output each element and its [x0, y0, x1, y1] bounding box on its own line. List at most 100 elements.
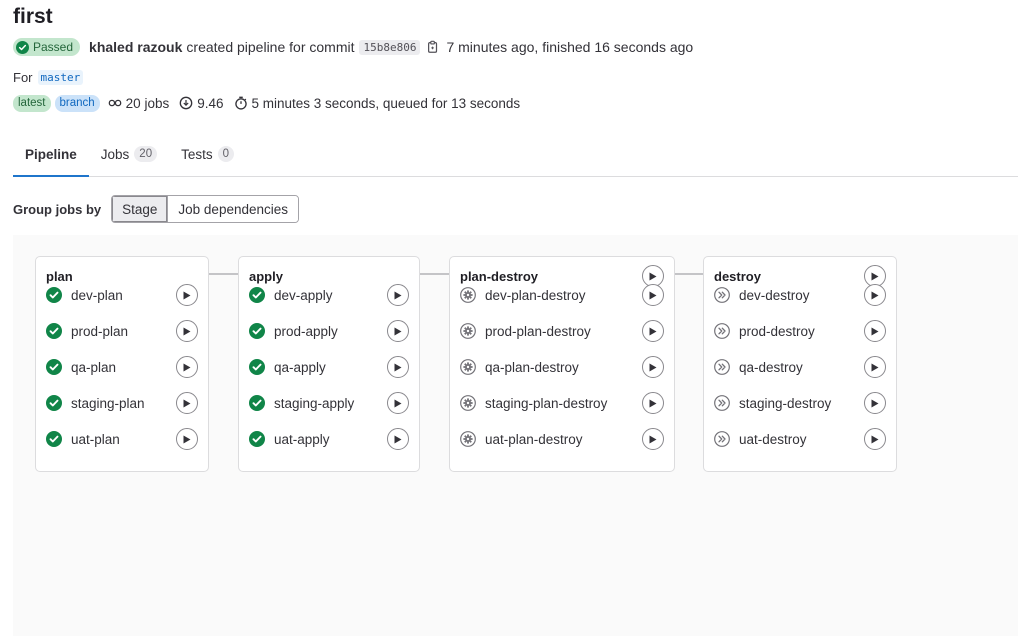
- pipeline-graph: plan dev-plan prod-plan qa-plan staging-plan…: [13, 235, 1018, 636]
- job-info: dev-plan: [46, 287, 123, 303]
- run-job-button[interactable]: [864, 428, 886, 450]
- run-job-button[interactable]: [642, 356, 664, 378]
- run-job-button[interactable]: [387, 428, 409, 450]
- job-item[interactable]: qa-plan-destroy: [460, 355, 664, 379]
- play-icon: [183, 291, 191, 299]
- status-success-icon: [46, 395, 62, 411]
- job-name[interactable]: qa-plan: [71, 360, 116, 375]
- run-job-button[interactable]: [176, 284, 198, 306]
- job-info: dev-apply: [249, 287, 333, 303]
- job-name[interactable]: dev-plan: [71, 288, 123, 303]
- job-name[interactable]: qa-destroy: [739, 360, 803, 375]
- job-name[interactable]: uat-destroy: [739, 432, 807, 447]
- job-info: prod-plan: [46, 323, 128, 339]
- ref-link[interactable]: master: [37, 69, 84, 85]
- job-name[interactable]: staging-apply: [274, 396, 354, 411]
- status-skipped-icon: [714, 395, 730, 411]
- group-jobs-by: Group jobs by Stage Job dependencies: [13, 195, 299, 223]
- group-by-toggle: Stage Job dependencies: [111, 195, 299, 223]
- job-name[interactable]: qa-plan-destroy: [485, 360, 579, 375]
- latest-badge: latest: [13, 94, 51, 112]
- pipeline-duration: 5 minutes 3 seconds, queued for 13 secon…: [234, 96, 520, 111]
- job-name[interactable]: staging-plan-destroy: [485, 396, 607, 411]
- job-item[interactable]: prod-plan: [46, 319, 198, 343]
- tab-pipeline[interactable]: Pipeline: [13, 132, 89, 177]
- run-job-button[interactable]: [864, 356, 886, 378]
- stage-name: plan-destroy: [460, 268, 539, 284]
- job-name[interactable]: uat-apply: [274, 432, 330, 447]
- job-name[interactable]: dev-plan-destroy: [485, 288, 586, 303]
- job-name[interactable]: staging-plan: [71, 396, 145, 411]
- job-item[interactable]: dev-apply: [249, 283, 409, 307]
- play-icon: [183, 327, 191, 335]
- commit-sha[interactable]: 15b8e806: [359, 39, 421, 55]
- status-success-icon: [249, 359, 265, 375]
- job-info: dev-destroy: [714, 287, 810, 303]
- group-by-dependencies-button[interactable]: Job dependencies: [167, 196, 298, 222]
- job-name[interactable]: staging-destroy: [739, 396, 831, 411]
- play-icon: [394, 363, 402, 371]
- tab-tests[interactable]: Tests 0: [169, 132, 246, 176]
- job-item[interactable]: dev-plan-destroy: [460, 283, 664, 307]
- job-item[interactable]: staging-apply: [249, 391, 409, 415]
- status-badge[interactable]: Passed: [13, 38, 81, 56]
- status-manual-gear-icon: [460, 431, 476, 447]
- job-name[interactable]: dev-destroy: [739, 288, 810, 303]
- play-icon: [649, 363, 657, 371]
- run-job-button[interactable]: [642, 392, 664, 414]
- job-name[interactable]: prod-plan: [71, 324, 128, 339]
- run-job-button[interactable]: [642, 320, 664, 342]
- job-item[interactable]: prod-apply: [249, 319, 409, 343]
- job-item[interactable]: uat-destroy: [714, 427, 886, 451]
- run-job-button[interactable]: [176, 428, 198, 450]
- job-name[interactable]: uat-plan-destroy: [485, 432, 583, 447]
- job-name[interactable]: prod-destroy: [739, 324, 815, 339]
- job-info: prod-apply: [249, 323, 338, 339]
- jobs-count: 20 jobs: [108, 96, 169, 111]
- run-job-button[interactable]: [176, 320, 198, 342]
- job-item[interactable]: prod-destroy: [714, 319, 886, 343]
- job-item[interactable]: qa-apply: [249, 355, 409, 379]
- job-info: prod-plan-destroy: [460, 323, 591, 339]
- run-job-button[interactable]: [387, 284, 409, 306]
- run-job-button[interactable]: [642, 428, 664, 450]
- job-item[interactable]: qa-plan: [46, 355, 198, 379]
- run-job-button[interactable]: [864, 284, 886, 306]
- job-name[interactable]: prod-apply: [274, 324, 338, 339]
- run-job-button[interactable]: [387, 392, 409, 414]
- job-item[interactable]: qa-destroy: [714, 355, 886, 379]
- job-item[interactable]: prod-plan-destroy: [460, 319, 664, 343]
- job-item[interactable]: staging-destroy: [714, 391, 886, 415]
- run-job-button[interactable]: [387, 320, 409, 342]
- group-by-stage-button[interactable]: Stage: [112, 196, 168, 222]
- run-job-button[interactable]: [864, 320, 886, 342]
- job-info: qa-plan: [46, 359, 116, 375]
- job-name[interactable]: dev-apply: [274, 288, 333, 303]
- job-name[interactable]: qa-apply: [274, 360, 326, 375]
- job-name[interactable]: uat-plan: [71, 432, 120, 447]
- run-job-button[interactable]: [864, 392, 886, 414]
- tab-jobs[interactable]: Jobs 20: [89, 132, 169, 176]
- job-item[interactable]: dev-destroy: [714, 283, 886, 307]
- run-job-button[interactable]: [387, 356, 409, 378]
- run-job-button[interactable]: [642, 284, 664, 306]
- run-job-button[interactable]: [176, 356, 198, 378]
- tab-jobs-count: 20: [134, 146, 158, 162]
- job-item[interactable]: uat-plan: [46, 427, 198, 451]
- status-skipped-icon: [714, 431, 730, 447]
- job-item[interactable]: dev-plan: [46, 283, 198, 307]
- stage-name: plan: [46, 268, 73, 284]
- job-item[interactable]: uat-apply: [249, 427, 409, 451]
- copy-icon[interactable]: [426, 40, 440, 54]
- job-item[interactable]: staging-plan-destroy: [460, 391, 664, 415]
- job-name[interactable]: prod-plan-destroy: [485, 324, 591, 339]
- play-icon: [394, 435, 402, 443]
- job-item[interactable]: uat-plan-destroy: [460, 427, 664, 451]
- job-item[interactable]: staging-plan: [46, 391, 198, 415]
- ref-row: For master: [13, 68, 84, 86]
- author-link[interactable]: khaled razouk: [89, 39, 182, 55]
- run-job-button[interactable]: [176, 392, 198, 414]
- status-manual-gear-icon: [460, 323, 476, 339]
- stage-name: destroy: [714, 268, 761, 284]
- status-manual-gear-icon: [460, 359, 476, 375]
